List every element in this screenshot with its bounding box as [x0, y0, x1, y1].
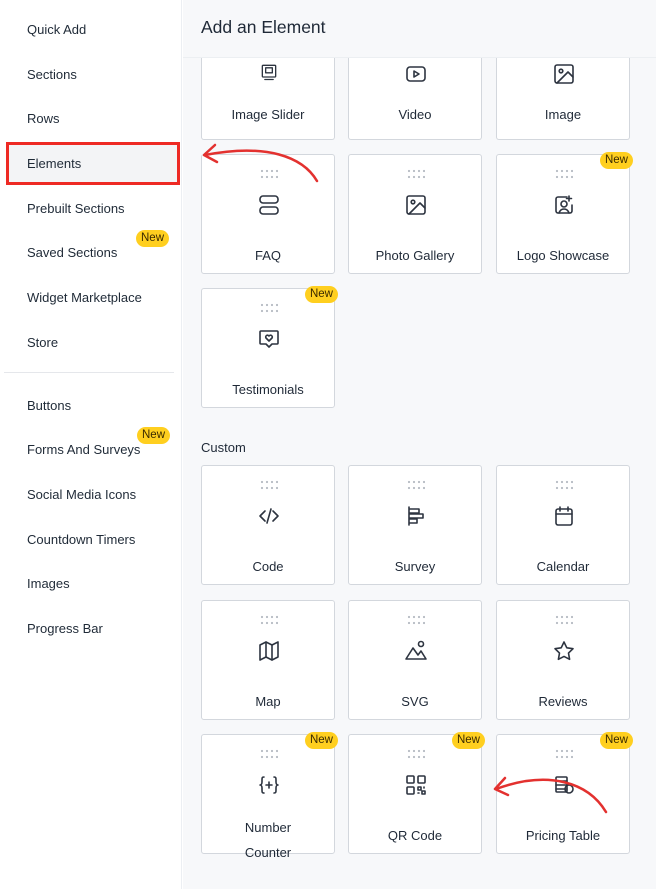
pricing-table-icon	[555, 776, 574, 794]
element-card-image-slider[interactable]: Image Slider	[201, 58, 335, 140]
element-card-label: QR Code	[387, 828, 443, 843]
element-card-reviews[interactable]: Reviews	[496, 600, 630, 720]
testimonials-icon	[259, 330, 279, 348]
sidebar-item-store[interactable]: Store	[27, 335, 58, 350]
element-card-pricing-table[interactable]: Pricing Table New	[496, 732, 633, 854]
sidebar-item-rows[interactable]: Rows	[27, 111, 60, 126]
sidebar-item-buttons[interactable]: Buttons	[27, 398, 71, 413]
drag-handle-icon[interactable]	[407, 480, 425, 490]
element-card-label: Reviews	[538, 694, 588, 709]
element-card-label: Video	[398, 107, 432, 122]
sidebar-item-saved-sections[interactable]: Saved Sections	[27, 245, 117, 260]
element-card-calendar[interactable]: Calendar	[496, 465, 630, 585]
element-card-label: Image Slider	[231, 107, 305, 122]
panel-title: Add an Element	[201, 17, 326, 37]
element-card-logo-showcase[interactable]: Logo Showcase New	[496, 152, 633, 274]
drag-handle-icon[interactable]	[555, 480, 573, 490]
element-card-label: Testimonials	[232, 382, 304, 397]
drag-handle-icon[interactable]	[260, 749, 278, 759]
number-counter-icon	[259, 776, 279, 794]
sidebar-item-sections[interactable]: Sections	[27, 67, 77, 82]
element-card-label: Calendar	[536, 559, 590, 574]
new-badge: New	[599, 732, 633, 749]
element-card-label: Logo Showcase	[516, 248, 610, 263]
drag-handle-icon[interactable]	[260, 303, 278, 313]
map-icon	[259, 641, 279, 661]
element-card-survey[interactable]: Survey	[348, 465, 482, 585]
new-badge: New	[451, 732, 485, 749]
sidebar-item-progress-bar[interactable]: Progress Bar	[27, 621, 103, 636]
sidebar: Quick Add Sections Rows Elements Prebuil…	[0, 0, 182, 889]
video-icon	[406, 66, 426, 82]
element-card-label: Image	[544, 107, 582, 122]
drag-handle-icon[interactable]	[260, 169, 278, 179]
drag-handle-icon[interactable]	[407, 615, 425, 625]
element-card-qr-code[interactable]: QR Code New	[348, 732, 485, 854]
sidebar-divider	[4, 372, 174, 373]
element-card-label-line: Counter	[244, 845, 292, 860]
image-slider-icon	[261, 64, 277, 81]
sidebar-item-elements[interactable]: Elements	[27, 156, 81, 171]
element-card-faq[interactable]: FAQ	[201, 154, 335, 274]
new-badge: New	[304, 732, 338, 749]
logo-showcase-icon	[555, 195, 573, 214]
drag-handle-icon[interactable]	[555, 169, 573, 179]
element-card-code[interactable]: Code	[201, 465, 335, 585]
sidebar-item-images[interactable]: Images	[27, 576, 70, 591]
sidebar-item-countdown-timers[interactable]: Countdown Timers	[27, 532, 135, 547]
element-card-number-counter[interactable]: Number Counter New	[201, 732, 338, 860]
new-badge: New	[599, 152, 633, 169]
element-card-label: Number Counter	[206, 815, 330, 865]
element-card-label: Survey	[394, 559, 436, 574]
faq-icon	[259, 195, 279, 215]
code-icon	[259, 508, 279, 524]
survey-icon	[408, 506, 424, 526]
element-card-label: Pricing Table	[525, 828, 601, 843]
element-card-video[interactable]: Video	[348, 58, 482, 140]
sidebar-item-prebuilt-sections[interactable]: Prebuilt Sections	[27, 201, 125, 216]
element-card-label: Code	[252, 559, 284, 574]
sidebar-item-quick-add[interactable]: Quick Add	[27, 22, 86, 37]
sidebar-item-widget-marketplace[interactable]: Widget Marketplace	[27, 290, 142, 305]
drag-handle-icon[interactable]	[260, 480, 278, 490]
section-label-custom: Custom	[201, 440, 246, 455]
element-card-label: SVG	[401, 694, 429, 709]
qr-code-icon	[406, 775, 426, 795]
element-card-map[interactable]: Map	[201, 600, 335, 720]
drag-handle-icon[interactable]	[407, 169, 425, 179]
drag-handle-icon[interactable]	[555, 615, 573, 625]
element-card-label-line: Number	[244, 820, 292, 835]
image-icon	[554, 64, 574, 84]
new-badge: New	[137, 427, 171, 444]
sidebar-item-forms-and-surveys[interactable]: Forms And Surveys	[27, 442, 140, 457]
element-card-label: Map	[255, 694, 281, 709]
drag-handle-icon[interactable]	[407, 749, 425, 759]
new-badge: New	[304, 286, 338, 303]
star-icon	[554, 641, 574, 661]
element-card-label: Photo Gallery	[375, 248, 455, 263]
drag-handle-icon[interactable]	[260, 615, 278, 625]
element-card-testimonials[interactable]: Testimonials New	[201, 286, 338, 408]
element-card-label: FAQ	[254, 248, 281, 263]
sidebar-item-social-media-icons[interactable]: Social Media Icons	[27, 487, 136, 502]
photo-gallery-icon	[406, 195, 426, 215]
drag-handle-icon[interactable]	[555, 749, 573, 759]
element-card-photo-gallery[interactable]: Photo Gallery	[348, 154, 482, 274]
calendar-icon	[555, 506, 573, 526]
element-card-svg[interactable]: SVG	[348, 600, 482, 720]
svg-icon	[405, 640, 427, 660]
element-card-image[interactable]: Image	[496, 58, 630, 140]
new-badge: New	[136, 230, 170, 247]
add-element-panel: Add an Element Image Slider Video Image …	[183, 0, 656, 889]
